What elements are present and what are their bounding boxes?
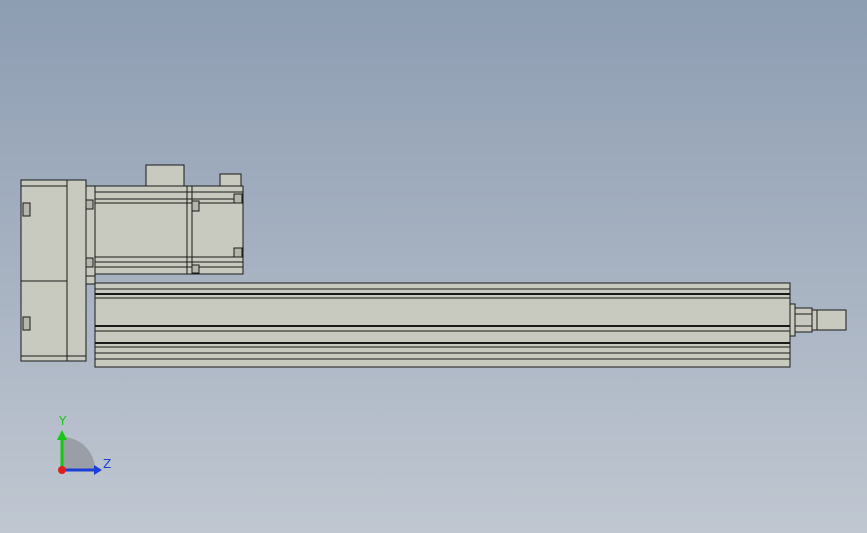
z-axis-arrowhead <box>94 465 102 475</box>
y-axis-arrowhead <box>57 430 67 440</box>
servo-motor <box>85 164 244 275</box>
triad-plane-indicator <box>62 437 95 470</box>
actuator-model-drawing <box>20 164 847 475</box>
x-axis-origin <box>58 466 66 474</box>
actuator-body <box>94 282 791 368</box>
rod-end <box>789 303 847 337</box>
y-axis-label: Y <box>59 414 67 428</box>
gearbox-housing <box>20 179 96 362</box>
z-axis-label: Z <box>103 457 112 471</box>
cad-viewport[interactable]: Y Z <box>0 0 867 533</box>
axis-triad <box>57 430 102 475</box>
